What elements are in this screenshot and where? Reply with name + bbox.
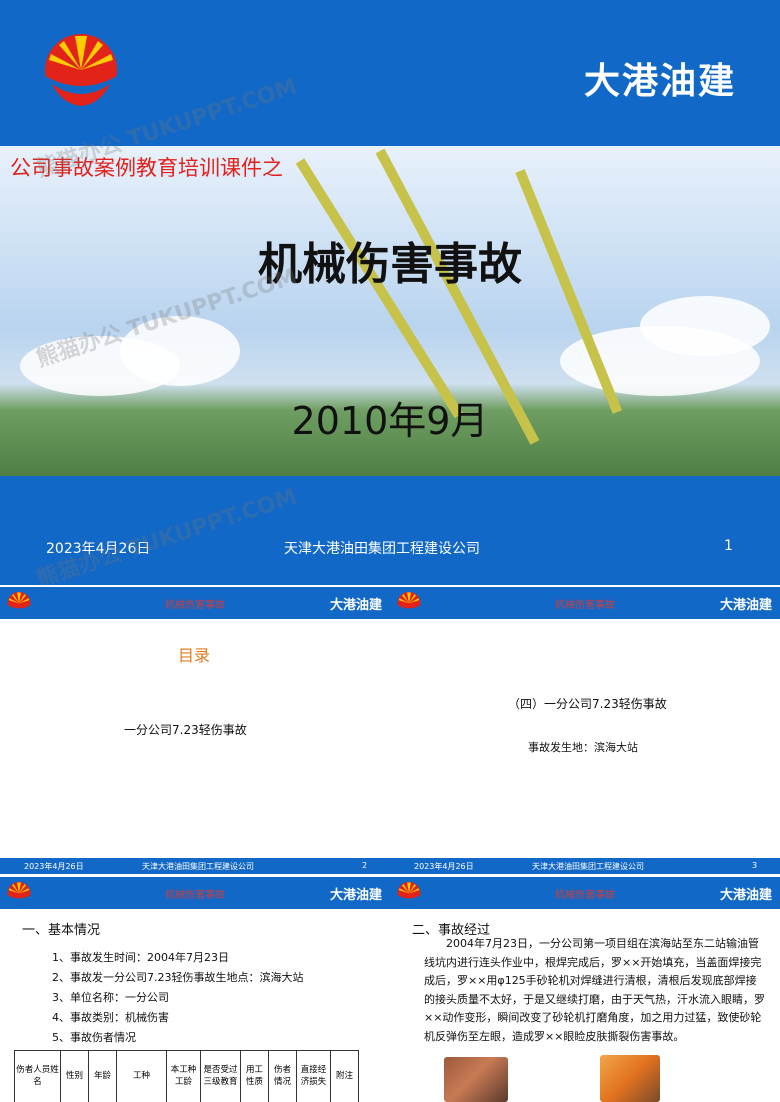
info-item: 1、事故发生时间：2004年7月23日 bbox=[52, 951, 229, 964]
slide-header: 机械伤害事故 大港油建 bbox=[0, 587, 390, 619]
slide-header: 机械伤害事故 大港油建 bbox=[390, 587, 780, 619]
footer-date: 2023年4月26日 bbox=[414, 862, 474, 871]
petrochina-logo-icon bbox=[45, 34, 117, 106]
info-item: 3、单位名称：一分公司 bbox=[52, 991, 169, 1004]
info-item: 5、事故伤者情况 bbox=[52, 1031, 136, 1044]
slide-footer: 2023年4月26日 天津大港油田集团工程建设公司 2 bbox=[0, 858, 390, 874]
table-header-cell: 直接经济损失 bbox=[296, 1050, 331, 1102]
slide-basic-information: 机械伤害事故 大港油建 一、基本情况 1、事故发生时间：2004年7月23日 2… bbox=[0, 877, 390, 1102]
footer-company: 天津大港油田集团工程建设公司 bbox=[532, 862, 644, 871]
slide-accident-process: 机械伤害事故 大港油建 二、事故经过 2004年7月23日，一分公司第一项目组在… bbox=[390, 877, 780, 1102]
slide-header: 机械伤害事故 大港油建 bbox=[0, 877, 390, 909]
brand-logo-text: 大港油建 bbox=[329, 888, 382, 903]
slide-header: 机械伤害事故 大港油建 bbox=[390, 877, 780, 909]
brand-logo-text: 大港油建 bbox=[719, 888, 772, 903]
info-item: 4、事故类别：机械伤害 bbox=[52, 1011, 169, 1024]
cover-date: 2010年9月 bbox=[291, 399, 489, 443]
toc-item: 一分公司7.23轻伤事故 bbox=[124, 723, 247, 737]
table-header-cell: 附注 bbox=[330, 1050, 359, 1102]
accident-description: 2004年7月23日，一分公司第一项目组在滨海站至东二站输油管线坑内进行连头作业… bbox=[424, 937, 765, 1043]
table-header-cell: 是否受过三级教育 bbox=[200, 1050, 241, 1102]
table-header-row: 伤者人员姓名 性别 年龄 工种 本工种工龄 是否受过三级教育 用工性质 伤者情况… bbox=[14, 1050, 359, 1102]
table-header-cell: 伤者人员姓名 bbox=[14, 1050, 61, 1102]
footer-page-number: 1 bbox=[724, 538, 733, 554]
table-header-cell: 性别 bbox=[60, 1050, 89, 1102]
accident-photo bbox=[444, 1057, 508, 1102]
toc-heading: 目录 bbox=[178, 646, 211, 665]
section-heading: 一、基本情况 bbox=[22, 923, 101, 938]
table-header-cell: 本工种工龄 bbox=[166, 1050, 201, 1102]
footer-date: 2023年4月26日 bbox=[24, 862, 84, 871]
footer-company: 天津大港油田集团工程建设公司 bbox=[142, 862, 254, 871]
section-heading: （四）一分公司7.23轻伤事故 bbox=[508, 697, 667, 711]
cover-slide: 大港油建 公司事故案例教育培训课件之 机械伤害事故 2010年9月 2023年4… bbox=[0, 0, 780, 585]
table-header-cell: 用工性质 bbox=[240, 1050, 269, 1102]
table-header-cell: 工种 bbox=[116, 1050, 167, 1102]
table-header-cell: 伤者情况 bbox=[268, 1050, 297, 1102]
brand-logo-text: 大港油建 bbox=[583, 61, 736, 102]
footer-page-number: 2 bbox=[362, 861, 368, 870]
cover-title: 机械伤害事故 bbox=[258, 239, 522, 290]
accident-photo bbox=[600, 1055, 660, 1102]
footer-page-number: 3 bbox=[752, 861, 758, 870]
slide-accident-overview: 机械伤害事故 大港油建 （四）一分公司7.23轻伤事故 事故发生地：滨海大站 2… bbox=[390, 587, 780, 874]
injury-table: 伤者人员姓名 性别 年龄 工种 本工种工龄 是否受过三级教育 用工性质 伤者情况… bbox=[14, 1050, 359, 1102]
table-header-cell: 年龄 bbox=[88, 1050, 117, 1102]
slide-table-of-contents: 机械伤害事故 大港油建 目录 一分公司7.23轻伤事故 2023年4月26日 天… bbox=[0, 587, 390, 874]
info-item: 2、事故发一分公司7.23轻伤事故生地点：滨海大站 bbox=[52, 971, 304, 984]
brand-logo-text: 大港油建 bbox=[719, 598, 772, 613]
footer-company: 天津大港油田集团工程建设公司 bbox=[284, 541, 480, 557]
brand-logo-text: 大港油建 bbox=[329, 598, 382, 613]
accident-location: 事故发生地：滨海大站 bbox=[528, 741, 638, 754]
slide-footer: 2023年4月26日 天津大港油田集团工程建设公司 3 bbox=[390, 858, 780, 874]
